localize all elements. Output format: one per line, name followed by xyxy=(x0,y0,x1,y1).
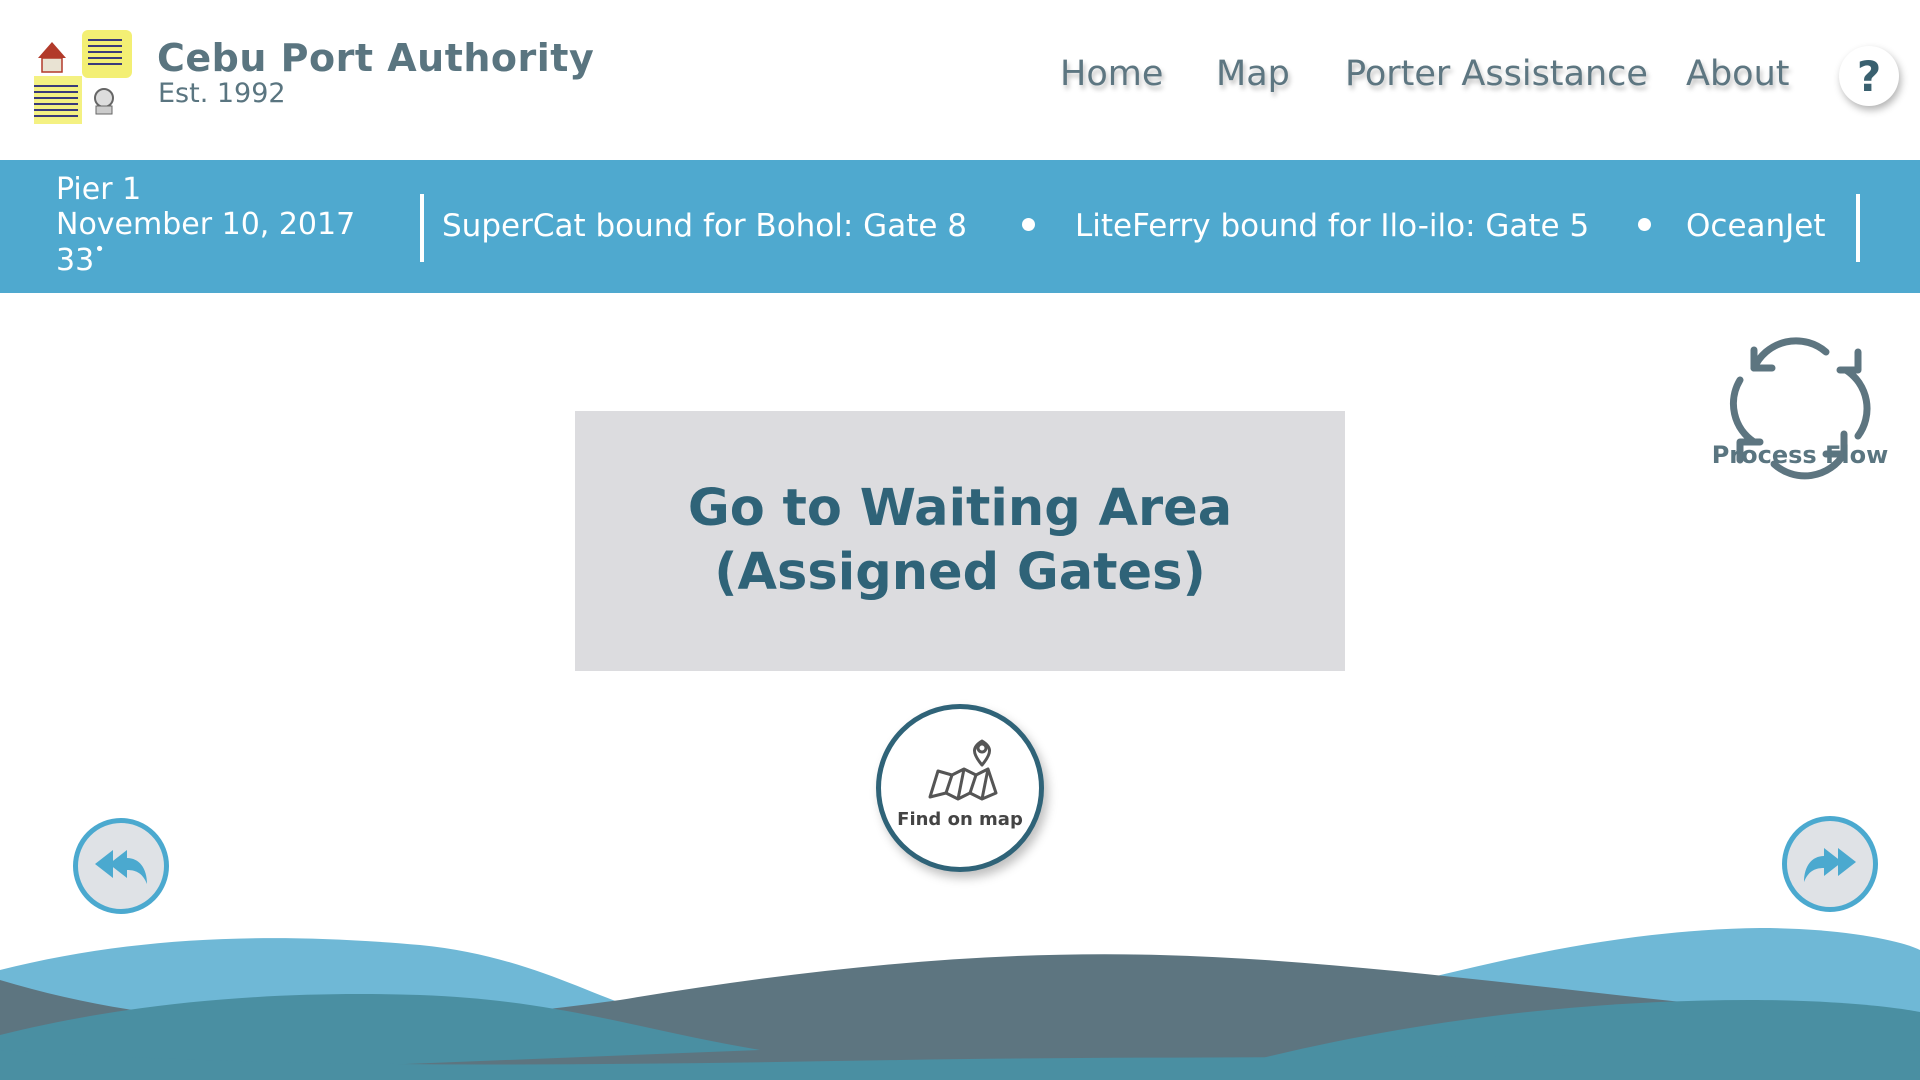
instruction-line-2: (Assigned Gates) xyxy=(714,543,1206,602)
nav-map[interactable]: Map xyxy=(1216,54,1290,94)
brand-subtitle: Est. 1992 xyxy=(158,78,286,109)
find-on-map-button[interactable]: Find on map xyxy=(876,704,1044,872)
nav-about[interactable]: About xyxy=(1686,54,1789,94)
forward-all-icon xyxy=(1804,848,1856,882)
brand-title: Cebu Port Authority xyxy=(157,36,595,80)
ticker-divider-left xyxy=(420,194,424,262)
temperature-label: 33• xyxy=(56,239,105,278)
degree-symbol: • xyxy=(94,239,105,260)
instruction-text: Go to Waiting Area (Assigned Gates) xyxy=(688,477,1232,605)
process-flow-label[interactable]: Process Flow xyxy=(1700,441,1900,469)
ticker-divider-right xyxy=(1856,194,1860,262)
find-on-map-label: Find on map xyxy=(897,809,1023,830)
nav-home[interactable]: Home xyxy=(1060,54,1163,94)
date-label: November 10, 2017 xyxy=(56,207,356,242)
cebu-port-authority-logo xyxy=(34,30,132,124)
info-bar: Pier 1 November 10, 2017 33• SuperCat bo… xyxy=(0,160,1920,293)
forward-button[interactable] xyxy=(1782,816,1878,912)
instruction-line-1: Go to Waiting Area xyxy=(687,479,1233,538)
ticker-item-supercat: SuperCat bound for Bohol: Gate 8 xyxy=(442,208,968,244)
ticker-item-oceanjet: OceanJet xyxy=(1686,208,1826,244)
help-button[interactable]: ? xyxy=(1839,46,1899,106)
pier-label: Pier 1 xyxy=(56,172,142,207)
decorative-waves xyxy=(0,928,1920,1080)
ticker-separator-dot xyxy=(1022,218,1035,231)
map-pin-icon xyxy=(928,739,998,801)
header: Cebu Port Authority Est. 1992 Home Map P… xyxy=(0,0,1920,160)
reply-all-icon xyxy=(95,850,147,884)
instruction-panel: Go to Waiting Area (Assigned Gates) xyxy=(575,411,1345,671)
ticker-item-liteferry: LiteFerry bound for Ilo-ilo: Gate 5 xyxy=(1075,208,1590,244)
temperature-value: 33 xyxy=(56,243,95,278)
ticker-separator-dot xyxy=(1638,218,1651,231)
nav-porter-assistance[interactable]: Porter Assistance xyxy=(1345,54,1648,94)
